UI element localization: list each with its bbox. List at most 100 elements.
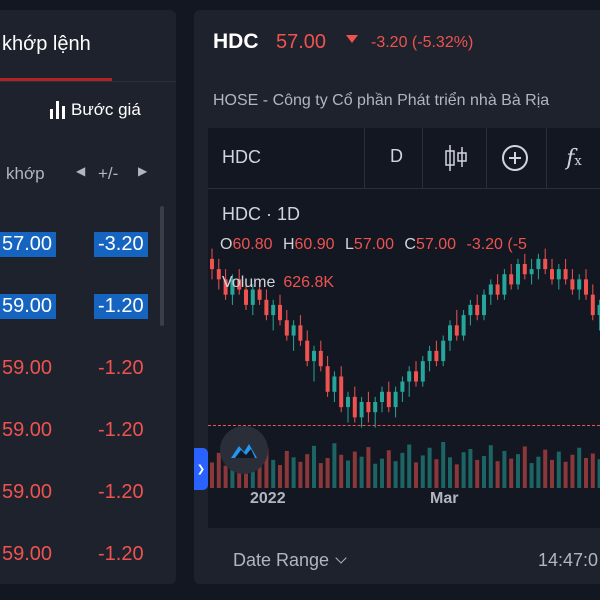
volume-bar bbox=[482, 456, 486, 488]
volume-bar bbox=[427, 447, 432, 488]
volume-bar bbox=[488, 445, 493, 488]
volume-bar bbox=[590, 453, 595, 488]
candle-body bbox=[216, 269, 221, 280]
trade-row[interactable]: 59.00 -1.20 bbox=[0, 344, 176, 406]
volume-bar bbox=[584, 457, 588, 488]
trade-row[interactable]: 59.00 -1.20 bbox=[0, 282, 176, 344]
volume-bar bbox=[278, 465, 282, 488]
volume-bar bbox=[400, 452, 405, 488]
tab-divider bbox=[0, 81, 176, 82]
trade-row[interactable]: 59.00 -1.20 bbox=[0, 406, 176, 468]
volume-bar bbox=[563, 461, 568, 488]
trade-change: -3.20 bbox=[94, 232, 148, 257]
down-arrow-icon bbox=[346, 35, 358, 43]
date-range-label: Date Range bbox=[233, 550, 330, 570]
volume-bar bbox=[522, 446, 527, 488]
trade-list: 57.00 -3.20 59.00 -1.20 59.00 -1.20 59.0… bbox=[0, 220, 176, 584]
tradingview-logo-icon[interactable] bbox=[220, 426, 268, 474]
volume-value: 626.8K bbox=[283, 274, 335, 291]
volume-bar bbox=[366, 447, 371, 488]
open-label: O bbox=[220, 236, 233, 253]
candle-body bbox=[461, 315, 466, 336]
open-value: 60.80 bbox=[232, 236, 273, 253]
candle-body bbox=[495, 284, 500, 295]
close-label: C bbox=[404, 236, 416, 253]
quote-header: HDC 57.00 -3.20 (-5.32%) HOSE - Công ty … bbox=[194, 10, 600, 128]
trade-change: -1.20 bbox=[98, 357, 144, 379]
candle-body bbox=[468, 304, 473, 316]
indicators-icon[interactable]: fx bbox=[554, 138, 594, 178]
clock-time: 14:47:0 bbox=[538, 550, 599, 570]
volume-bar bbox=[373, 463, 378, 488]
trade-row[interactable]: 59.00 -1.20 bbox=[0, 530, 176, 584]
candlestick-icon[interactable] bbox=[436, 138, 476, 178]
volume-bar bbox=[570, 454, 575, 488]
column-header: khớp ◀ +/- ▶ bbox=[0, 160, 176, 188]
trade-row[interactable]: 59.00 -1.20 bbox=[0, 468, 176, 530]
candle-body bbox=[400, 381, 405, 392]
volume-bar bbox=[448, 457, 452, 488]
candle-body bbox=[502, 274, 507, 295]
trade-row[interactable]: 57.00 -3.20 bbox=[0, 220, 176, 282]
toolbar-divider bbox=[422, 128, 423, 188]
candle-body bbox=[346, 396, 350, 408]
chevron-right-icon: ❯ bbox=[196, 463, 206, 475]
candle-body bbox=[590, 294, 595, 316]
price-step-button[interactable]: Bước giá bbox=[50, 98, 141, 122]
candle-body bbox=[414, 371, 418, 382]
candle-body bbox=[475, 304, 480, 316]
candle-body bbox=[298, 325, 303, 341]
candle-body bbox=[339, 376, 344, 408]
volume-bar bbox=[468, 449, 473, 488]
tab-label: khớp lệnh bbox=[2, 33, 91, 55]
interval-button[interactable]: D bbox=[390, 146, 403, 167]
tab-matched-orders[interactable]: khớp lệnh bbox=[0, 10, 176, 82]
quote-symbol: HDC bbox=[213, 30, 259, 53]
candle-body bbox=[543, 258, 548, 270]
candle-body bbox=[291, 325, 296, 336]
compare-add-icon[interactable] bbox=[495, 138, 535, 178]
chart-widget: HDC D fx HDC · 1D O60.80 H60.90 L57.00 C… bbox=[208, 128, 600, 584]
scroll-left-icon[interactable]: ◀ bbox=[76, 164, 85, 178]
close-value: 57.00 bbox=[415, 236, 457, 253]
volume-bar bbox=[516, 454, 520, 488]
volume-bar bbox=[529, 463, 534, 488]
candle-body bbox=[522, 264, 527, 275]
candle-body bbox=[536, 258, 541, 270]
candle-body bbox=[210, 258, 214, 270]
bar-chart-icon bbox=[50, 101, 65, 119]
volume-bar bbox=[414, 462, 418, 488]
quote-price: 57.00 bbox=[276, 31, 327, 53]
symbol-search-button[interactable]: HDC bbox=[222, 147, 261, 168]
volume-bar bbox=[420, 455, 425, 488]
candle-body bbox=[516, 264, 520, 285]
volume-bar bbox=[550, 459, 554, 488]
candle-body bbox=[577, 279, 582, 290]
trade-price: 59.00 bbox=[2, 543, 53, 565]
volume-bar bbox=[441, 442, 446, 488]
volume-bar bbox=[556, 451, 561, 488]
volume-bar bbox=[393, 461, 398, 488]
column-change: +/- bbox=[98, 164, 119, 183]
volume-label: Volume bbox=[222, 274, 276, 291]
candle-body bbox=[386, 391, 391, 408]
candle-body bbox=[325, 366, 330, 392]
candle-body bbox=[393, 391, 398, 408]
volume-bar bbox=[577, 447, 582, 488]
volume-bar bbox=[380, 458, 384, 488]
x-axis-label-year: 2022 bbox=[250, 490, 286, 507]
column-matched: khớp bbox=[6, 164, 45, 183]
candle-body bbox=[584, 279, 588, 295]
chevron-down-icon bbox=[335, 552, 347, 564]
candle-body bbox=[529, 269, 534, 275]
candle-body bbox=[332, 376, 337, 392]
panel-expand-handle[interactable]: ❯ bbox=[194, 448, 208, 490]
date-range-button[interactable]: Date Range bbox=[233, 550, 347, 571]
volume-bar bbox=[536, 456, 541, 488]
candle-body bbox=[556, 269, 561, 280]
volume-bar bbox=[216, 452, 221, 488]
toolbar-divider bbox=[364, 128, 365, 188]
ohlc-legend: O60.80 H60.90 L57.00 C57.00 -3.20 (-5 bbox=[220, 236, 533, 254]
scrollbar[interactable] bbox=[160, 206, 164, 326]
scroll-right-icon[interactable]: ▶ bbox=[138, 164, 147, 178]
